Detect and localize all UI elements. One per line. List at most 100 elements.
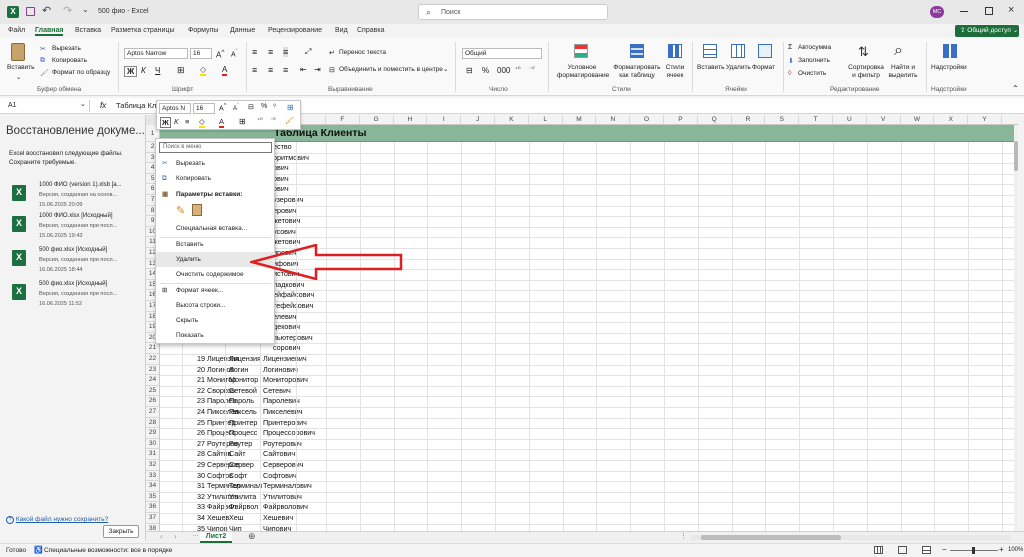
table-cell[interactable]: пьютерович bbox=[272, 333, 313, 344]
indent-increase-icon[interactable]: ⇥ bbox=[314, 65, 321, 74]
clear-button[interactable]: ◊ Очистить bbox=[788, 70, 844, 79]
table-cell[interactable]: Терминал bbox=[228, 481, 262, 492]
format-painter-button[interactable]: 🖌 Формат по образцу bbox=[40, 69, 114, 78]
table-cell[interactable]: Файрвол bbox=[228, 502, 262, 513]
collapse-ribbon-icon[interactable]: ⌃ bbox=[1012, 84, 1019, 93]
menu-item-row-height[interactable]: Высота строки... bbox=[156, 298, 275, 313]
search-box[interactable]: ⌕ Поиск bbox=[418, 4, 608, 20]
row-header[interactable]: 33 bbox=[146, 470, 160, 482]
table-cell[interactable]: 21 bbox=[182, 375, 205, 386]
font-color-icon[interactable]: A bbox=[222, 65, 228, 76]
close-icon[interactable]: × bbox=[1008, 4, 1014, 16]
row-header[interactable]: 24 bbox=[146, 375, 160, 386]
table-cell[interactable]: 29 bbox=[182, 460, 205, 471]
comma-icon[interactable]: 000 bbox=[497, 66, 510, 75]
table-cell[interactable]: 24 bbox=[182, 407, 205, 418]
table-cell[interactable]: 23 bbox=[182, 396, 205, 407]
table-cell[interactable]: Софт bbox=[228, 471, 262, 482]
column-header[interactable]: X bbox=[934, 115, 969, 125]
align-top-icon[interactable]: ≡ bbox=[252, 47, 257, 57]
mini-decimal-minus-icon[interactable]: ⁻⁰ bbox=[270, 117, 276, 124]
recovery-file-item[interactable]: 1000 ФИО.xlsx [Исходный] Версия, созданн… bbox=[0, 212, 146, 242]
table-cell[interactable]: усович bbox=[272, 227, 296, 238]
table-cell[interactable]: Мониторович bbox=[262, 375, 332, 386]
mini-comma-icon[interactable]: ⁹ bbox=[273, 103, 276, 110]
table-cell[interactable]: Сервер bbox=[228, 460, 262, 471]
sheet-tab-active[interactable]: Лист2 bbox=[200, 532, 232, 543]
align-left-icon[interactable]: ≡ bbox=[252, 65, 257, 75]
table-cell[interactable]: 31 bbox=[182, 481, 205, 492]
table-cell[interactable]: Пикселевич bbox=[262, 407, 332, 418]
table-cell[interactable]: 19 bbox=[182, 354, 205, 365]
row-header[interactable]: 22 bbox=[146, 354, 160, 365]
merge-center-button[interactable]: ⊟ Объединить и поместить в центре ⌄ bbox=[329, 66, 449, 75]
table-cell[interactable]: Пиксель bbox=[228, 407, 262, 418]
menu-item-cut[interactable]: ✂ Вырезать bbox=[156, 156, 275, 171]
row-header[interactable]: 25 bbox=[146, 385, 160, 397]
column-header[interactable]: H bbox=[393, 115, 428, 125]
table-cell[interactable]: Монитор bbox=[228, 375, 262, 386]
column-header[interactable]: O bbox=[630, 115, 664, 125]
currency-icon[interactable]: ⊟ bbox=[466, 66, 473, 75]
row-header[interactable]: 28 bbox=[146, 417, 160, 429]
tab-data[interactable]: Данные bbox=[230, 27, 255, 34]
paste-clipboard-icon[interactable] bbox=[192, 204, 202, 216]
menu-item-paste-special[interactable]: Специальная вставка... bbox=[156, 221, 275, 236]
tab-file[interactable]: Файл bbox=[8, 27, 25, 34]
recovery-file-item[interactable]: 500 фио.xlsx [Исходный] Версия, созданна… bbox=[0, 246, 146, 276]
row-header[interactable]: 34 bbox=[146, 481, 160, 492]
paste-brush-icon[interactable]: ✎ bbox=[176, 204, 185, 217]
paste-button[interactable]: Вставить ⌄ bbox=[6, 41, 35, 81]
italic-button[interactable]: К bbox=[141, 66, 146, 75]
spreadsheet-grid[interactable]: FGHIJKLMNOPQRSTUVWXY Таблица Клиенты 12е… bbox=[146, 115, 1018, 531]
mini-decrease-font-icon[interactable]: Aˇ bbox=[233, 103, 239, 112]
table-cell[interactable]: 20 bbox=[182, 365, 205, 376]
column-header[interactable]: U bbox=[833, 115, 867, 125]
mini-percent-icon[interactable]: % bbox=[261, 103, 267, 110]
cut-button[interactable]: ✂ Вырезать bbox=[40, 45, 90, 54]
zoom-slider-handle[interactable] bbox=[972, 547, 975, 554]
save-icon[interactable] bbox=[26, 7, 35, 16]
add-sheet-icon[interactable]: ⊕ bbox=[248, 531, 256, 542]
align-middle-icon[interactable]: ≡ bbox=[268, 47, 273, 57]
delete-cells-button[interactable]: Удалить bbox=[726, 42, 751, 84]
mini-align-icon[interactable]: ≡ bbox=[185, 117, 189, 126]
table-cell[interactable]: Пароль bbox=[228, 396, 262, 407]
number-format-select[interactable]: Общий bbox=[462, 48, 542, 59]
column-header[interactable]: G bbox=[359, 115, 394, 125]
tab-home[interactable]: Главная bbox=[35, 27, 64, 36]
accessibility-icon[interactable]: ♿ bbox=[34, 546, 43, 554]
fill-color-icon[interactable]: ◇ bbox=[200, 65, 207, 76]
tab-formulas[interactable]: Формулы bbox=[188, 27, 218, 34]
column-header[interactable]: M bbox=[562, 115, 597, 125]
maximize-icon[interactable] bbox=[985, 7, 993, 15]
page-layout-view-icon[interactable] bbox=[898, 546, 907, 554]
table-cell[interactable]: Терминалович bbox=[262, 481, 332, 492]
column-header[interactable]: L bbox=[528, 115, 563, 125]
table-cell[interactable]: оритмович bbox=[272, 153, 309, 164]
row-header[interactable]: 26 bbox=[146, 396, 160, 407]
table-cell[interactable]: 27 bbox=[182, 439, 205, 450]
row-header[interactable]: 37 bbox=[146, 513, 160, 524]
column-header[interactable]: T bbox=[799, 115, 833, 125]
table-cell[interactable]: Утилитович bbox=[262, 492, 332, 503]
recovery-file-item[interactable]: 500 фио.xlsx [Исходный] Версия, созданна… bbox=[0, 280, 146, 310]
bold-button[interactable]: Ж bbox=[124, 66, 138, 77]
tabs-resize-icon[interactable]: ⋮ bbox=[680, 532, 687, 540]
zoom-in-icon[interactable]: + bbox=[999, 545, 1004, 554]
table-cell[interactable]: 30 bbox=[182, 471, 205, 482]
mini-currency-icon[interactable]: ⊟ bbox=[248, 103, 254, 111]
decrease-decimal-icon[interactable]: ⁻⁰ bbox=[529, 66, 535, 73]
table-cell[interactable]: Логин bbox=[228, 365, 262, 376]
table-cell[interactable]: 22 bbox=[182, 386, 205, 397]
table-cell[interactable]: Процессорович bbox=[262, 428, 332, 439]
increase-font-icon[interactable]: A^ bbox=[216, 49, 224, 60]
share-button[interactable]: ⇪ Общий доступ ⌄ bbox=[955, 25, 1019, 37]
table-cell[interactable]: ерович bbox=[272, 206, 297, 217]
increase-decimal-icon[interactable]: ⁺⁰ bbox=[515, 66, 521, 73]
align-bottom-icon[interactable]: ≡ bbox=[283, 47, 289, 57]
table-cell[interactable]: ладкович bbox=[272, 280, 304, 291]
column-header[interactable]: Q bbox=[697, 115, 732, 125]
row-header[interactable]: 38 bbox=[146, 523, 160, 531]
context-menu-search[interactable]: Поиск в меню bbox=[159, 142, 272, 153]
